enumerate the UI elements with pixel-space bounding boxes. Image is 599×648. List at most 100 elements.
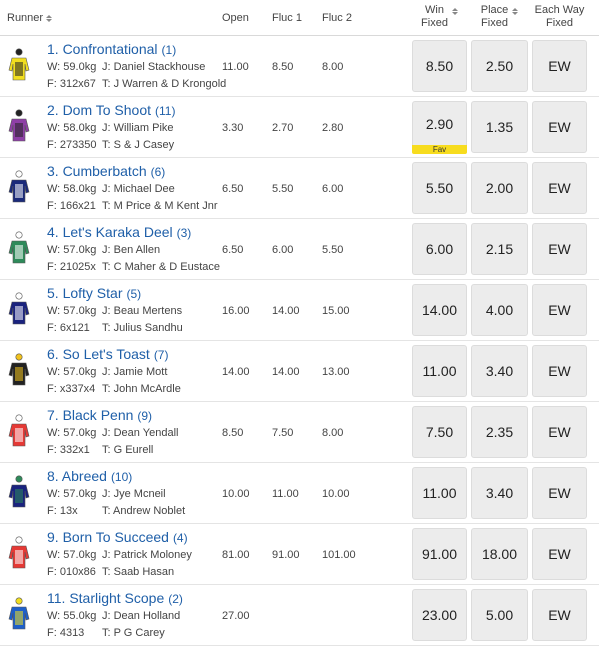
jockey-silk-icon [8,475,30,508]
place-odds-button[interactable]: 2.00 [471,162,528,214]
runner-meta-line2: F: 010x86 T: Saab Hasan [47,566,174,578]
form-text: F: 21025x [47,261,96,273]
place-header-line2: Fixed [481,17,508,29]
each-way-button[interactable]: EW [532,40,587,92]
runner-name-line: 5. Lofty Star (5) [47,285,141,301]
form-text: F: 273350 [47,139,97,151]
win-fixed-column-header[interactable]: Win Fixed [412,4,467,30]
place-odds-button[interactable]: 2.35 [471,406,528,458]
jockey-silk-icon [8,536,30,569]
horse-name-link[interactable]: 6. So Let's Toast [47,346,150,362]
each-way-button[interactable]: EW [532,528,587,580]
runner-list: 1. Confrontational (1) W: 59.0kg J: Dani… [0,36,599,646]
horse-name-link[interactable]: 5. Lofty Star [47,285,122,301]
place-odds-button[interactable]: 3.40 [471,467,528,519]
jockey-silk-icon [8,231,30,264]
open-price: 11.00 [222,61,249,73]
horse-name-link[interactable]: 11. Starlight Scope [47,590,164,606]
ew-header-line2: Fixed [546,17,573,29]
form-text: F: 010x86 [47,566,96,578]
horse-name-link[interactable]: 7. Black Penn [47,407,133,423]
sort-icon [512,8,519,30]
horse-name-link[interactable]: 3. Cumberbatch [47,163,147,179]
place-odds-button[interactable]: 5.00 [471,589,528,641]
barrier-number: (6) [150,165,166,179]
runner-meta-line2: F: 13x T: Andrew Noblet [47,505,185,517]
runner-meta-line1: W: 58.0kg J: William Pike [47,122,174,134]
each-way-button[interactable]: EW [532,406,587,458]
barrier-number: (2) [168,592,183,606]
place-odds-button[interactable]: 18.00 [471,528,528,580]
runner-column-header[interactable]: Runner [7,12,53,24]
trainer-text: T: John McArdle [102,383,181,395]
fluc2-column-header: Fluc 2 [322,12,352,24]
each-way-column-header: Each Way Fixed [532,4,587,30]
each-way-button[interactable]: EW [532,589,587,641]
runner-meta-line2: F: 312x67 T: J Warren & D Krongold [47,78,226,90]
win-odds-button[interactable]: 11.00 [412,467,467,519]
runner-row: 11. Starlight Scope (2) W: 55.0kg J: Dea… [0,585,599,646]
jockey-silk-icon [8,170,30,203]
win-odds-button[interactable]: 14.00 [412,284,467,336]
jockey-text: J: Daniel Stackhouse [102,61,206,73]
horse-name-link[interactable]: 4. Let's Karaka Deel [47,224,173,240]
place-odds-button[interactable]: 1.35 [471,101,528,153]
trainer-text: T: M Price & M Kent Jnr [102,200,218,212]
runner-meta-line1: W: 55.0kg J: Dean Holland [47,610,180,622]
jockey-silk-icon [8,597,30,630]
each-way-button[interactable]: EW [532,284,587,336]
each-way-button[interactable]: EW [532,223,587,275]
trainer-text: T: Andrew Noblet [102,505,186,517]
runner-meta-line1: W: 57.0kg J: Dean Yendall [47,427,178,439]
place-odds-button[interactable]: 3.40 [471,345,528,397]
ew-header-line1: Each Way [534,4,585,16]
open-price: 16.00 [222,305,250,317]
horse-name-link[interactable]: 2. Dom To Shoot [47,102,151,118]
place-odds-button[interactable]: 2.50 [471,40,528,92]
weight-text: W: 57.0kg [47,305,97,317]
runner-row: 3. Cumberbatch (6) W: 58.0kg J: Michael … [0,158,599,219]
horse-name-link[interactable]: 8. Abreed [47,468,107,484]
barrier-number: (4) [172,531,188,545]
each-way-button[interactable]: EW [532,162,587,214]
runner-name-line: 3. Cumberbatch (6) [47,163,165,179]
horse-name-link[interactable]: 1. Confrontational [47,41,158,57]
trainer-text: T: Saab Hasan [102,566,175,578]
jockey-silk-icon [8,48,30,81]
place-odds-button[interactable]: 4.00 [471,284,528,336]
jockey-silk-icon [8,109,30,142]
place-header-line1: Place [480,4,509,16]
fluc1-price: 14.00 [272,366,300,378]
win-odds-button[interactable]: 8.50 [412,40,467,92]
fluc2-price: 8.00 [322,61,344,73]
place-odds-button[interactable]: 2.15 [471,223,528,275]
trainer-text: T: Julius Sandhu [102,322,183,334]
win-header-line2: Fixed [421,17,448,29]
win-odds-button[interactable]: 6.00 [412,223,467,275]
runner-name-line: 9. Born To Succeed (4) [47,529,188,545]
runner-name-line: 6. So Let's Toast (7) [47,346,168,362]
win-odds-button[interactable]: 5.50 [412,162,467,214]
win-odds-button[interactable]: 11.00 [412,345,467,397]
trainer-text: T: G Eurell [102,444,154,456]
horse-name-link[interactable]: 9. Born To Succeed [47,529,169,545]
open-price: 81.00 [222,549,250,561]
each-way-button[interactable]: EW [532,101,587,153]
runner-meta-line1: W: 57.0kg J: Patrick Moloney [47,549,192,561]
win-odds-button[interactable]: 2.90 [412,101,467,145]
fluc1-column-header: Fluc 1 [272,12,302,24]
runner-meta-line2: F: 166x21 T: M Price & M Kent Jnr [47,200,218,212]
form-text: F: 166x21 [47,200,96,212]
each-way-button[interactable]: EW [532,467,587,519]
win-odds-button[interactable]: 91.00 [412,528,467,580]
form-text: F: 4313 [47,627,85,639]
barrier-number: (7) [153,348,169,362]
fluc1-price: 5.50 [272,183,294,195]
runner-name-line: 1. Confrontational (1) [47,41,176,57]
win-odds-button[interactable]: 23.00 [412,589,467,641]
win-odds-button[interactable]: 7.50 [412,406,467,458]
runner-name-line: 8. Abreed (10) [47,468,132,484]
each-way-button[interactable]: EW [532,345,587,397]
place-fixed-column-header[interactable]: Place Fixed [471,4,528,30]
form-text: F: x337x4 [47,383,96,395]
